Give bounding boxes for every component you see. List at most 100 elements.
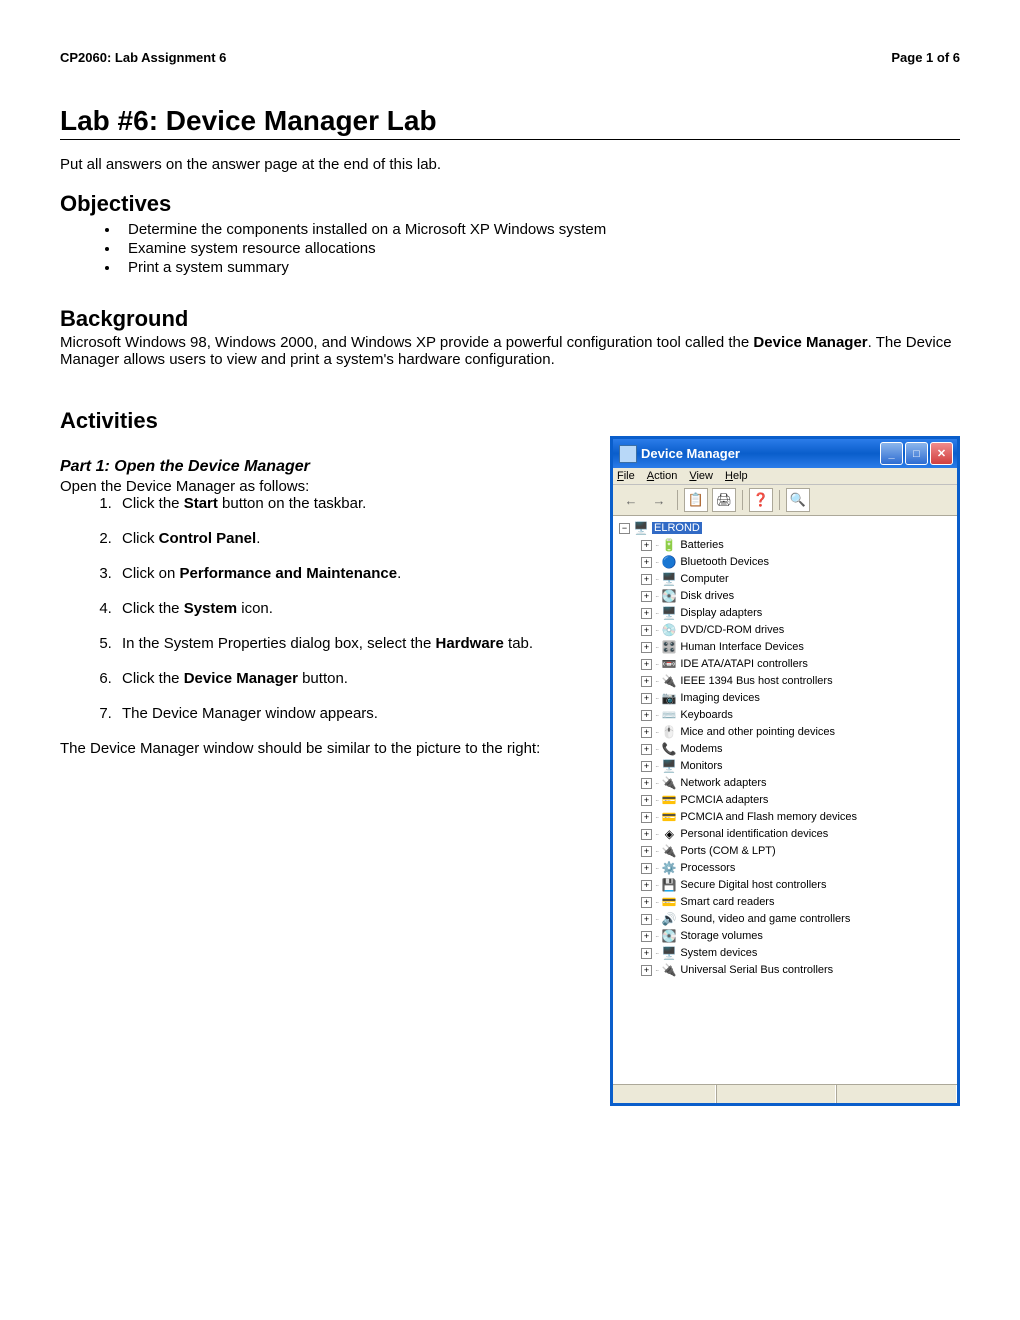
menu-view[interactable]: View [689, 470, 713, 482]
tree-node[interactable]: +··🔌IEEE 1394 Bus host controllers [615, 673, 955, 690]
tree-node[interactable]: +··🖥️Display adapters [615, 605, 955, 622]
tree-node-label: Universal Serial Bus controllers [680, 964, 833, 976]
tree-node[interactable]: +··🖥️Monitors [615, 758, 955, 775]
tree-node-label: DVD/CD-ROM drives [680, 624, 784, 636]
collapse-icon[interactable]: − [619, 523, 630, 534]
step-item: The Device Manager window appears. [116, 705, 590, 722]
device-category-icon: 💽 [661, 588, 677, 604]
device-category-icon: 🔌 [661, 673, 677, 689]
properties-icon[interactable]: 📋 [684, 488, 708, 512]
expand-icon[interactable]: + [641, 812, 652, 823]
tree-node[interactable]: +··📞Modems [615, 741, 955, 758]
tree-node[interactable]: +··◈Personal identification devices [615, 826, 955, 843]
tree-node[interactable]: +··💽Disk drives [615, 588, 955, 605]
objectives-list: Determine the components installed on a … [60, 221, 960, 276]
expand-icon[interactable]: + [641, 897, 652, 908]
tree-node[interactable]: +··🔌Ports (COM & LPT) [615, 843, 955, 860]
tree-node[interactable]: +··💳PCMCIA adapters [615, 792, 955, 809]
expand-icon[interactable]: + [641, 829, 652, 840]
expand-icon[interactable]: + [641, 659, 652, 670]
menu-file[interactable]: File [617, 470, 635, 482]
print-icon[interactable]: 🖨 [712, 488, 736, 512]
expand-icon[interactable]: + [641, 795, 652, 806]
tree-node[interactable]: +··⚙️Processors [615, 860, 955, 877]
step-item: In the System Properties dialog box, sel… [116, 635, 590, 652]
expand-icon[interactable]: + [641, 914, 652, 925]
expand-icon[interactable]: + [641, 931, 652, 942]
device-category-icon: 🖥️ [661, 571, 677, 587]
back-button[interactable]: ← [619, 488, 643, 512]
expand-icon[interactable]: + [641, 880, 652, 891]
tree-node[interactable]: +··💳Smart card readers [615, 894, 955, 911]
expand-icon[interactable]: + [641, 948, 652, 959]
tree-node-label: Modems [680, 743, 722, 755]
tree-node-label: Disk drives [680, 590, 734, 602]
tree-node[interactable]: +··🔌Universal Serial Bus controllers [615, 962, 955, 979]
expand-icon[interactable]: + [641, 863, 652, 874]
expand-icon[interactable]: + [641, 965, 652, 976]
tree-node[interactable]: +··🎛️Human Interface Devices [615, 639, 955, 656]
device-category-icon: 💽 [661, 928, 677, 944]
tree-node[interactable]: +··💿DVD/CD-ROM drives [615, 622, 955, 639]
device-tree[interactable]: − 🖥️ ELROND +··🔋Batteries+··🔵Bluetooth D… [613, 516, 957, 1084]
expand-icon[interactable]: + [641, 557, 652, 568]
menu-help[interactable]: Help [725, 470, 748, 482]
menu-action[interactable]: Action [647, 470, 678, 482]
device-category-icon: 🔊 [661, 911, 677, 927]
tree-node[interactable]: +··🔋Batteries [615, 537, 955, 554]
maximize-button[interactable]: □ [905, 442, 928, 465]
device-category-icon: ◈ [661, 826, 677, 842]
expand-icon[interactable]: + [641, 693, 652, 704]
device-category-icon: 📷 [661, 690, 677, 706]
expand-icon[interactable]: + [641, 761, 652, 772]
tree-node[interactable]: +··🔊Sound, video and game controllers [615, 911, 955, 928]
tree-node[interactable]: +··📼IDE ATA/ATAPI controllers [615, 656, 955, 673]
tree-node[interactable]: +··🖱️Mice and other pointing devices [615, 724, 955, 741]
expand-icon[interactable]: + [641, 778, 652, 789]
expand-icon[interactable]: + [641, 574, 652, 585]
scan-icon[interactable]: 🔍 [786, 488, 810, 512]
expand-icon[interactable]: + [641, 642, 652, 653]
expand-icon[interactable]: + [641, 591, 652, 602]
minimize-button[interactable]: _ [880, 442, 903, 465]
expand-icon[interactable]: + [641, 846, 652, 857]
tree-node-label: Display adapters [680, 607, 762, 619]
tree-node[interactable]: +··💾Secure Digital host controllers [615, 877, 955, 894]
toolbar: ← → 📋 🖨 ❓ 🔍 [613, 485, 957, 516]
close-button[interactable]: ✕ [930, 442, 953, 465]
device-category-icon: 🔌 [661, 843, 677, 859]
tree-node[interactable]: +··📷Imaging devices [615, 690, 955, 707]
tree-node-label: PCMCIA and Flash memory devices [680, 811, 857, 823]
help-icon[interactable]: ❓ [749, 488, 773, 512]
menu-bar: File Action View Help [613, 468, 957, 485]
tree-node[interactable]: +··🖥️System devices [615, 945, 955, 962]
title-bar[interactable]: Device Manager _ □ ✕ [613, 439, 957, 468]
device-category-icon: 🖥️ [661, 758, 677, 774]
expand-icon[interactable]: + [641, 744, 652, 755]
intro-text: Put all answers on the answer page at th… [60, 156, 960, 173]
tree-node-label: IEEE 1394 Bus host controllers [680, 675, 832, 687]
tree-node[interactable]: +··💳PCMCIA and Flash memory devices [615, 809, 955, 826]
expand-icon[interactable]: + [641, 625, 652, 636]
background-heading: Background [60, 306, 960, 332]
tree-node-label: Secure Digital host controllers [680, 879, 826, 891]
open-instructions: Open the Device Manager as follows: [60, 478, 590, 495]
computer-icon: 🖥️ [633, 520, 649, 536]
expand-icon[interactable]: + [641, 608, 652, 619]
tree-node[interactable]: +··⌨️Keyboards [615, 707, 955, 724]
part-1-title: Part 1: Open the Device Manager [60, 458, 590, 476]
expand-icon[interactable]: + [641, 727, 652, 738]
tree-node[interactable]: +··🔵Bluetooth Devices [615, 554, 955, 571]
tree-node-label: Batteries [680, 539, 723, 551]
expand-icon[interactable]: + [641, 540, 652, 551]
expand-icon[interactable]: + [641, 676, 652, 687]
tree-node[interactable]: +··🖥️Computer [615, 571, 955, 588]
tree-node-label: PCMCIA adapters [680, 794, 768, 806]
device-category-icon: 💿 [661, 622, 677, 638]
expand-icon[interactable]: + [641, 710, 652, 721]
objective-item: Examine system resource allocations [120, 240, 960, 257]
tree-root[interactable]: − 🖥️ ELROND [615, 520, 955, 537]
forward-button[interactable]: → [647, 488, 671, 512]
tree-node[interactable]: +··🔌Network adapters [615, 775, 955, 792]
tree-node[interactable]: +··💽Storage volumes [615, 928, 955, 945]
